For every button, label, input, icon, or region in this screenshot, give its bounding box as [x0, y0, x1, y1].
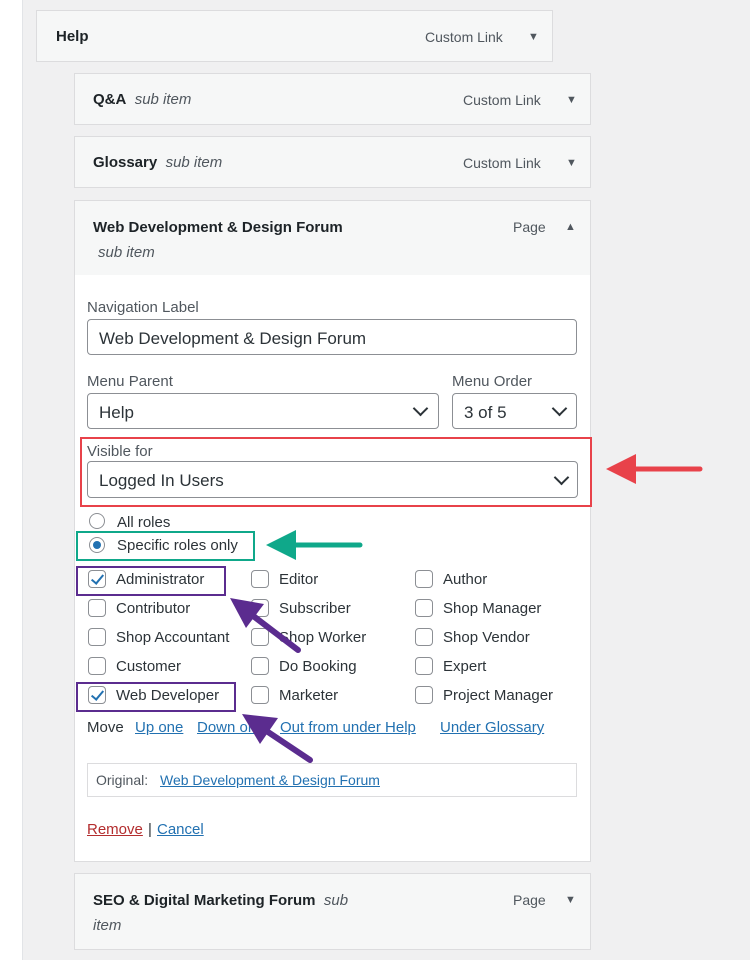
move-under-glossary-link[interactable]: Under Glossary	[440, 719, 544, 736]
highlight-web-developer	[76, 682, 236, 712]
role-label: Expert	[443, 658, 487, 675]
sub-item-label-cont: item	[93, 917, 122, 934]
menu-item-title: Web Development & Design Forum	[93, 219, 343, 236]
menu-item-type: Page	[513, 892, 546, 908]
role-label: Shop Vendor	[443, 629, 530, 646]
highlight-visible-for	[80, 437, 592, 507]
cancel-link[interactable]: Cancel	[157, 821, 204, 838]
role-checkbox[interactable]	[415, 657, 433, 675]
menu-item-type: Page	[513, 219, 546, 235]
role-checkbox[interactable]	[88, 657, 106, 675]
menu-order-select[interactable]: 3 of 5	[452, 393, 577, 429]
menu-item-type: Custom Link	[463, 155, 541, 171]
chevron-down-icon[interactable]: ▼	[528, 31, 539, 43]
role-checkbox[interactable]	[88, 628, 106, 646]
sub-item-label: sub item	[165, 154, 223, 171]
radio-all-roles[interactable]	[89, 513, 105, 529]
role-checkbox[interactable]	[251, 570, 269, 588]
remove-link[interactable]: Remove	[87, 821, 143, 838]
chevron-down-icon	[551, 400, 568, 417]
menu-item-seo[interactable]: SEO & Digital Marketing Forum sub item P…	[74, 873, 591, 950]
original-label: Original:	[96, 772, 149, 788]
menu-item-qa[interactable]: Q&A sub item Custom Link ▼	[74, 73, 591, 125]
role-label: Shop Manager	[443, 600, 542, 617]
move-out-from-under-link[interactable]: Out from under Help	[280, 719, 416, 736]
original-box: Original: Web Development & Design Forum	[87, 763, 577, 797]
radio-all-roles-label: All roles	[117, 514, 171, 531]
red-arrow-icon	[606, 454, 703, 484]
move-down-one-link[interactable]: Down one	[197, 719, 265, 736]
move-label: Move	[87, 719, 124, 736]
sub-item-label: sub item	[134, 91, 192, 108]
role-label: Do Booking	[279, 658, 357, 675]
role-label: Author	[443, 571, 488, 588]
role-checkbox[interactable]	[415, 686, 433, 704]
chevron-up-icon[interactable]: ▲	[565, 221, 576, 233]
menu-order-label: Menu Order	[452, 373, 533, 390]
original-link[interactable]: Web Development & Design Forum	[160, 772, 380, 788]
role-checkbox[interactable]	[88, 599, 106, 617]
role-checkbox[interactable]	[251, 628, 269, 646]
role-checkbox[interactable]	[415, 570, 433, 588]
menu-item-title: Glossary sub item	[93, 154, 223, 171]
menu-item-web-dev[interactable]: Web Development & Design Forum sub item …	[74, 200, 591, 276]
menu-item-help[interactable]: Help Custom Link ▼	[36, 10, 553, 62]
menu-item-glossary[interactable]: Glossary sub item Custom Link ▼	[74, 136, 591, 188]
role-label: Editor	[279, 571, 319, 588]
role-label: Subscriber	[279, 600, 351, 617]
role-label: Marketer	[279, 687, 339, 704]
role-label: Shop Accountant	[116, 629, 230, 646]
menu-item-title: Q&A sub item	[93, 91, 192, 108]
nav-label-label: Navigation Label	[87, 299, 199, 316]
role-checkbox[interactable]	[251, 657, 269, 675]
chevron-down-icon[interactable]: ▼	[566, 157, 577, 169]
highlight-administrator	[76, 566, 226, 596]
menu-item-title: Help	[56, 28, 89, 45]
menu-item-title: SEO & Digital Marketing Forum sub	[93, 892, 349, 909]
chevron-down-icon[interactable]: ▼	[566, 94, 577, 106]
chevron-down-icon	[412, 400, 429, 417]
menu-item-type: Custom Link	[463, 92, 541, 108]
menu-parent-label: Menu Parent	[87, 373, 173, 390]
role-label: Shop Worker	[279, 629, 367, 646]
role-label: Customer	[116, 658, 182, 675]
menu-parent-select[interactable]: Help	[87, 393, 439, 429]
move-up-one-link[interactable]: Up one	[135, 719, 183, 736]
sub-item-label: sub	[323, 892, 349, 909]
separator: |	[148, 821, 152, 838]
role-label: Contributor	[116, 600, 191, 617]
role-checkbox[interactable]	[415, 599, 433, 617]
role-checkbox[interactable]	[251, 686, 269, 704]
role-checkbox[interactable]	[415, 628, 433, 646]
role-checkbox[interactable]	[251, 599, 269, 617]
admin-sidebar-edge	[0, 0, 23, 960]
role-label: Project Manager	[443, 687, 554, 704]
chevron-down-icon[interactable]: ▼	[565, 894, 576, 906]
highlight-specific-roles	[76, 531, 255, 561]
nav-label-input[interactable]: Web Development & Design Forum	[87, 319, 577, 355]
sub-item-label: sub item	[98, 244, 155, 261]
menu-item-type: Custom Link	[425, 29, 503, 45]
